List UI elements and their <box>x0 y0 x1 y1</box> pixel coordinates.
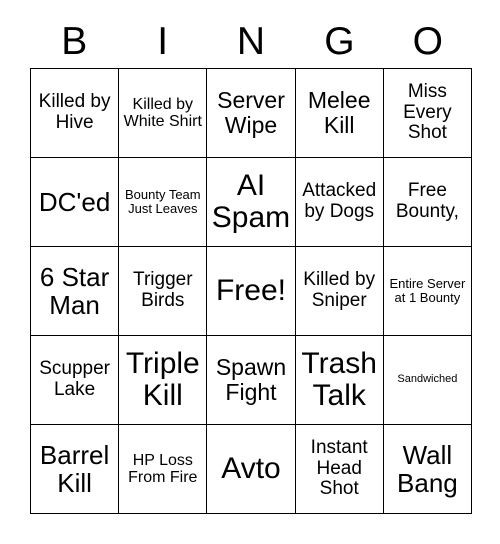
header-letter-o: O <box>412 19 443 63</box>
bingo-cell-label: Free! <box>215 273 286 307</box>
bingo-cell-label: Scupper Lake <box>39 358 110 400</box>
bingo-cell-label: Melee Kill <box>307 87 371 138</box>
bingo-cell-label: HP Loss From Fire <box>128 451 198 486</box>
bingo-cell-r2c4[interactable]: Attacked by Dogs <box>295 158 384 247</box>
bingo-card: B I N G O Killed by Hive Killed by White… <box>0 0 500 544</box>
bingo-cell-r3c2[interactable]: Trigger Birds <box>119 247 208 336</box>
bingo-header-row: B I N G O <box>30 14 472 68</box>
bingo-cell-r5c5[interactable]: Wall Bang <box>383 425 472 514</box>
bingo-cell-r4c3[interactable]: Spawn Fight <box>207 336 296 425</box>
bingo-cell-label: Sandwiched <box>397 373 458 386</box>
bingo-cell-label: Avto <box>221 451 281 485</box>
bingo-cell-r3c1[interactable]: 6 Star Man <box>31 247 120 336</box>
bingo-cell-r3c5[interactable]: Entire Server at 1 Bounty <box>383 247 472 336</box>
bingo-cell-r2c2[interactable]: Bounty Team Just Leaves <box>119 158 208 247</box>
bingo-cell-r5c2[interactable]: HP Loss From Fire <box>119 425 208 514</box>
bingo-cell-label: Killed by Sniper <box>303 269 376 311</box>
bingo-cell-r2c3[interactable]: AI Spam <box>207 158 296 247</box>
bingo-cell-r4c1[interactable]: Scupper Lake <box>31 336 120 425</box>
bingo-cell-label: Barrel Kill <box>39 439 110 498</box>
bingo-cell-label: 6 Star Man <box>39 261 110 320</box>
bingo-cell-r2c5[interactable]: Free Bounty, <box>383 158 472 247</box>
bingo-cell-label: Bounty Team Just Leaves <box>124 186 201 216</box>
bingo-cell-r1c3[interactable]: Server Wipe <box>207 69 296 158</box>
bingo-cell-label: Miss Every Shot <box>403 81 452 144</box>
bingo-cell-label: Server Wipe <box>217 87 285 138</box>
bingo-cell-label: Instant Head Shot <box>310 437 368 500</box>
bingo-cell-label: Entire Server at 1 Bounty <box>389 275 466 305</box>
bingo-cell-label: DC'ed <box>38 186 111 217</box>
bingo-cell-label: Killed by White Shirt <box>123 95 202 130</box>
bingo-cell-r4c5[interactable]: Sandwiched <box>383 336 472 425</box>
bingo-cell-label: Attacked by Dogs <box>302 180 377 222</box>
bingo-grid: Killed by Hive Killed by White Shirt Ser… <box>30 68 472 514</box>
bingo-cell-r4c2[interactable]: Triple Kill <box>119 336 208 425</box>
bingo-cell-r5c1[interactable]: Barrel Kill <box>31 425 120 514</box>
bingo-cell-r1c4[interactable]: Melee Kill <box>295 69 384 158</box>
header-letter-g: G <box>324 19 355 63</box>
bingo-cell-r4c4[interactable]: Trash Talk <box>295 336 384 425</box>
bingo-cell-label: AI Spam <box>211 168 291 234</box>
bingo-cell-label: Spawn Fight <box>215 354 287 405</box>
bingo-cell-r5c3[interactable]: Avto <box>207 425 296 514</box>
bingo-cell-r2c1[interactable]: DC'ed <box>31 158 120 247</box>
bingo-cell-r1c1[interactable]: Killed by Hive <box>31 69 120 158</box>
bingo-cell-label: Trash Talk <box>301 346 377 412</box>
bingo-cell-label: Free Bounty, <box>395 180 459 222</box>
bingo-cell-label: Killed by Hive <box>38 91 111 133</box>
bingo-cell-label: Trigger Birds <box>133 269 193 311</box>
bingo-cell-free-space[interactable]: Free! <box>207 247 296 336</box>
bingo-cell-r1c2[interactable]: Killed by White Shirt <box>119 69 208 158</box>
bingo-cell-r1c5[interactable]: Miss Every Shot <box>383 69 472 158</box>
header-letter-i: I <box>157 19 169 63</box>
header-letter-b: B <box>61 19 88 63</box>
header-letter-n: N <box>236 19 266 63</box>
bingo-cell-label: Wall Bang <box>397 439 458 498</box>
bingo-cell-r5c4[interactable]: Instant Head Shot <box>295 425 384 514</box>
bingo-cell-label: Triple Kill <box>125 346 200 412</box>
bingo-cell-r3c4[interactable]: Killed by Sniper <box>295 247 384 336</box>
